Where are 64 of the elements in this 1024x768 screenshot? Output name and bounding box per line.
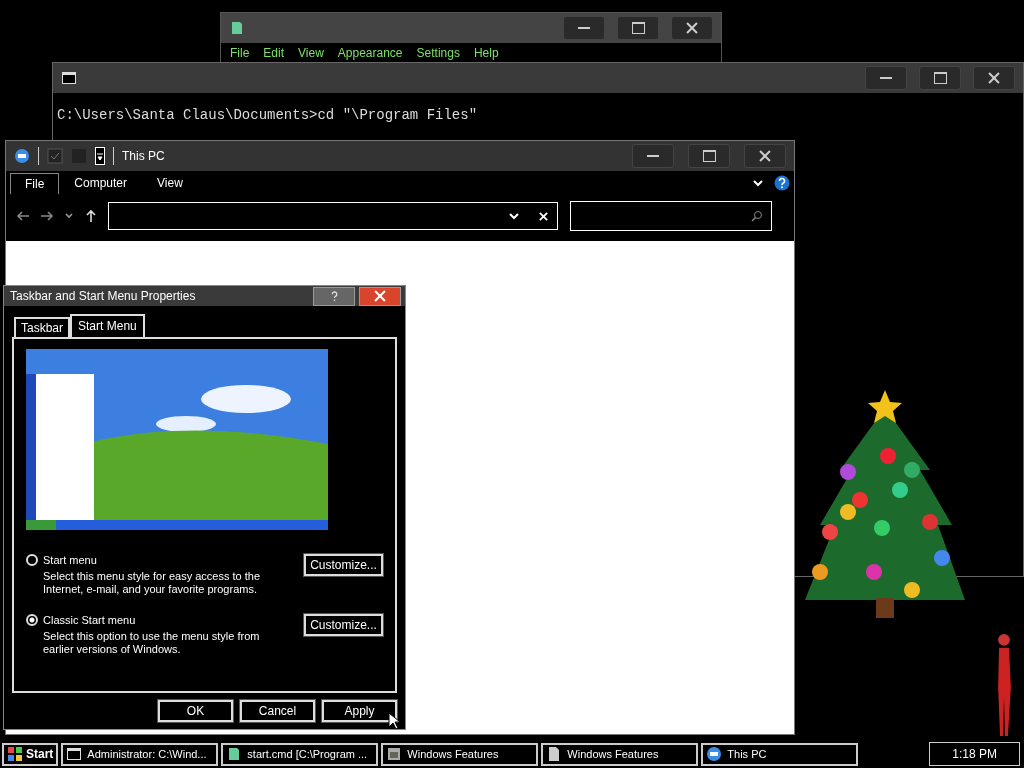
taskbar-button[interactable]: Windows Features (381, 742, 539, 766)
dialog-button[interactable]: Apply (322, 700, 397, 722)
search-icon (751, 210, 763, 222)
menu-item[interactable]: Settings (416, 46, 460, 60)
window-title: This PC (122, 149, 165, 163)
help-icon (329, 290, 339, 302)
chevron-down-icon[interactable] (752, 177, 764, 189)
clear-icon[interactable] (538, 210, 549, 222)
windows-logo-icon (7, 746, 23, 762)
start-button[interactable]: Start (2, 742, 59, 766)
ribbon-tab[interactable]: View (142, 172, 198, 194)
radio-button[interactable] (26, 554, 38, 566)
console-icon (66, 746, 83, 762)
taskbar-button[interactable]: This PC (701, 742, 859, 766)
customize-button[interactable]: Customize... (304, 554, 383, 576)
settings-window-icon (386, 746, 403, 762)
help-button[interactable] (313, 286, 355, 306)
menu-item[interactable]: File (230, 46, 250, 60)
option-description: Select this option to use the menu style from earlier versions of Windows. (43, 630, 261, 656)
taskbar-button[interactable]: start.cmd [C:\Program ... (221, 742, 379, 766)
notepad-icon (229, 20, 245, 36)
option-label: Classic Start menu (43, 614, 136, 626)
console-icon (61, 70, 77, 86)
clock: 1:18 PM (929, 742, 1020, 766)
up-arrow-icon[interactable] (84, 209, 98, 223)
address-field[interactable] (108, 202, 558, 230)
maximize-button[interactable] (617, 16, 659, 40)
dialog-button[interactable]: Cancel (240, 700, 315, 722)
dropdown-icon[interactable] (95, 147, 105, 165)
close-button[interactable] (671, 16, 713, 40)
dialog-title: Taskbar and Start Menu Properties (10, 289, 196, 303)
forward-arrow-icon[interactable] (40, 209, 54, 223)
taskbar-button[interactable]: Windows Features (541, 742, 699, 766)
dialog-button[interactable]: OK (158, 700, 233, 722)
menu-item[interactable]: Edit (263, 46, 285, 60)
computer-icon (14, 148, 30, 164)
option-description: Select this menu style for easy access to the Internet, e-mail, and your favorite programs. (43, 570, 262, 596)
search-field[interactable] (570, 201, 772, 231)
maximize-button[interactable] (688, 144, 730, 168)
close-button[interactable] (973, 66, 1015, 90)
menu-item[interactable]: Appearance (337, 46, 403, 60)
maximize-button[interactable] (919, 66, 961, 90)
menu-item[interactable]: Help (473, 46, 499, 60)
back-arrow-icon[interactable] (16, 209, 30, 223)
console-line: C:\Users\Santa Claus\Documents>cd "\Program Files" (57, 107, 479, 123)
help-icon[interactable] (774, 175, 790, 191)
ribbon-tab[interactable]: Computer (59, 172, 143, 194)
computer-icon (706, 746, 723, 762)
minimize-button[interactable] (563, 16, 605, 40)
minimize-button[interactable] (632, 144, 674, 168)
ribbon-tab[interactable]: File (10, 172, 60, 194)
properties-icon[interactable] (47, 148, 63, 164)
tab[interactable]: Start Menu (70, 314, 145, 337)
chevron-down-icon[interactable] (508, 210, 520, 222)
close-button[interactable] (359, 286, 401, 306)
minimize-button[interactable] (865, 66, 907, 90)
menu-item[interactable]: View (298, 46, 324, 60)
chevron-down-icon[interactable] (64, 211, 74, 221)
close-button[interactable] (744, 144, 786, 168)
taskbar-button[interactable]: Administrator: C:\Wind... (61, 742, 219, 766)
radio-button[interactable] (26, 614, 38, 626)
option-label: Start menu (43, 554, 97, 566)
customize-button[interactable]: Customize... (304, 614, 383, 636)
tab[interactable]: Taskbar (14, 317, 71, 337)
